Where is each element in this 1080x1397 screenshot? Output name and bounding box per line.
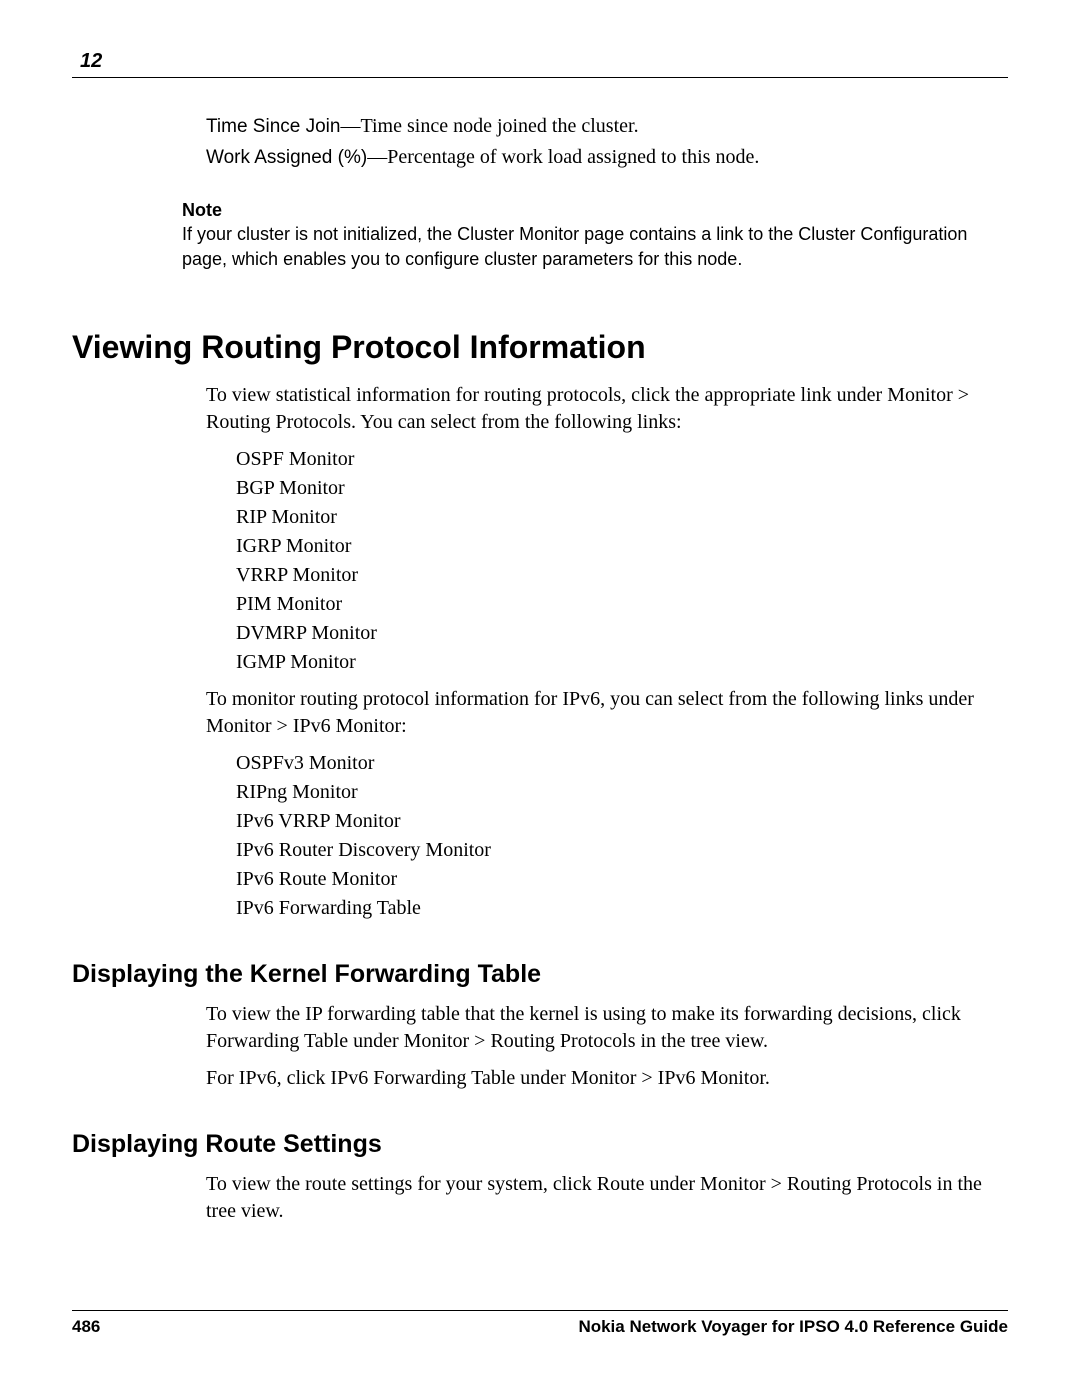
paragraph: To monitor routing protocol information … [206,686,996,740]
list-item: RIP Monitor [236,504,996,531]
book-title: Nokia Network Voyager for IPSO 4.0 Refer… [578,1317,1008,1337]
list-item: IGMP Monitor [236,649,996,676]
note-label: Note [182,198,996,222]
bottom-rule [72,1310,1008,1311]
def-text: —Percentage of work load assigned to thi… [367,146,759,168]
deflist-row: Work Assigned (%)—Percentage of work loa… [206,143,996,172]
paragraph: To view the IP forwarding table that the… [206,1001,996,1055]
footer-row: 486 Nokia Network Voyager for IPSO 4.0 R… [72,1317,1008,1337]
heading-kernel-forwarding-table: Displaying the Kernel Forwarding Table [72,960,1008,989]
paragraph: For IPv6, click IPv6 Forwarding Table un… [206,1065,996,1092]
deflist: Time Since Join—Time since node joined t… [206,112,996,172]
footer: 486 Nokia Network Voyager for IPSO 4.0 R… [72,1310,1008,1337]
page-number: 486 [72,1317,100,1337]
deflist-row: Time Since Join—Time since node joined t… [206,112,996,141]
list-item: IPv6 Route Monitor [236,866,996,893]
heading-route-settings: Displaying Route Settings [72,1130,1008,1159]
def-term: Work Assigned (%) [206,147,367,168]
page: 12 Time Since Join—Time since node joine… [0,0,1080,1397]
heading-viewing-routing-protocol: Viewing Routing Protocol Information [72,329,1008,366]
list-item: DVMRP Monitor [236,620,996,647]
note-block: Note If your cluster is not initialized,… [182,198,996,271]
list-item: IGRP Monitor [236,533,996,560]
paragraph: To view statistical information for rout… [206,382,996,436]
section1-body: To view statistical information for rout… [206,382,996,922]
list-item: OSPFv3 Monitor [236,750,996,777]
list-item: IPv6 VRRP Monitor [236,808,996,835]
list-item: PIM Monitor [236,591,996,618]
section2-body: To view the IP forwarding table that the… [206,1001,996,1092]
note-text: If your cluster is not initialized, the … [182,222,996,271]
list-item: IPv6 Router Discovery Monitor [236,837,996,864]
def-text: —Time since node joined the cluster. [340,115,638,137]
list-item: BGP Monitor [236,475,996,502]
list-item: VRRP Monitor [236,562,996,589]
top-rule [72,77,1008,78]
list-item: IPv6 Forwarding Table [236,895,996,922]
list-item: OSPF Monitor [236,446,996,473]
def-term: Time Since Join [206,116,340,137]
section3-body: To view the route settings for your syst… [206,1171,996,1225]
ipv6-list: OSPFv3 Monitor RIPng Monitor IPv6 VRRP M… [236,750,996,922]
chapter-number: 12 [80,50,1008,73]
paragraph: To view the route settings for your syst… [206,1171,996,1225]
list-item: RIPng Monitor [236,779,996,806]
protocol-list: OSPF Monitor BGP Monitor RIP Monitor IGR… [236,446,996,676]
